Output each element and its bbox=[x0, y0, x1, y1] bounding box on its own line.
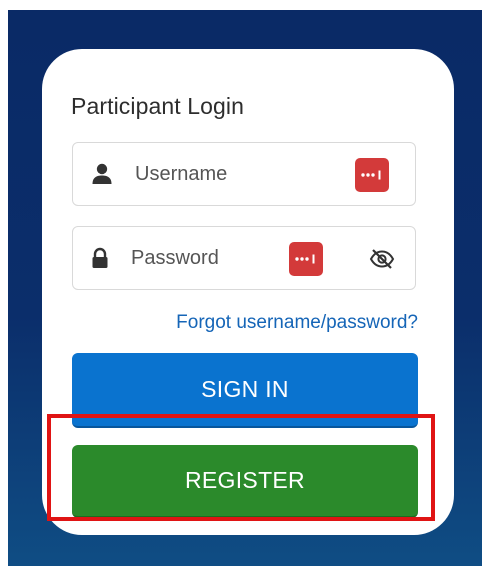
eye-slash-icon[interactable] bbox=[369, 247, 395, 271]
password-manager-dots-icon bbox=[295, 254, 315, 264]
password-field[interactable] bbox=[72, 226, 416, 290]
username-input[interactable] bbox=[135, 157, 345, 191]
login-title: Participant Login bbox=[71, 93, 245, 119]
password-manager-icon[interactable] bbox=[289, 242, 323, 276]
user-icon bbox=[92, 163, 112, 184]
login-card: Participant Login Username Forgot userna… bbox=[42, 49, 454, 535]
page-background: Participant Login Username Forgot userna… bbox=[8, 10, 482, 566]
register-button[interactable]: REGISTER bbox=[72, 445, 418, 518]
forgot-credentials-link[interactable]: Forgot username/password? bbox=[176, 312, 418, 334]
sign-in-button[interactable]: SIGN IN bbox=[72, 353, 418, 428]
password-manager-icon[interactable] bbox=[355, 158, 389, 192]
username-field[interactable] bbox=[72, 142, 416, 206]
password-manager-dots-icon bbox=[361, 170, 381, 180]
lock-icon bbox=[92, 247, 108, 268]
